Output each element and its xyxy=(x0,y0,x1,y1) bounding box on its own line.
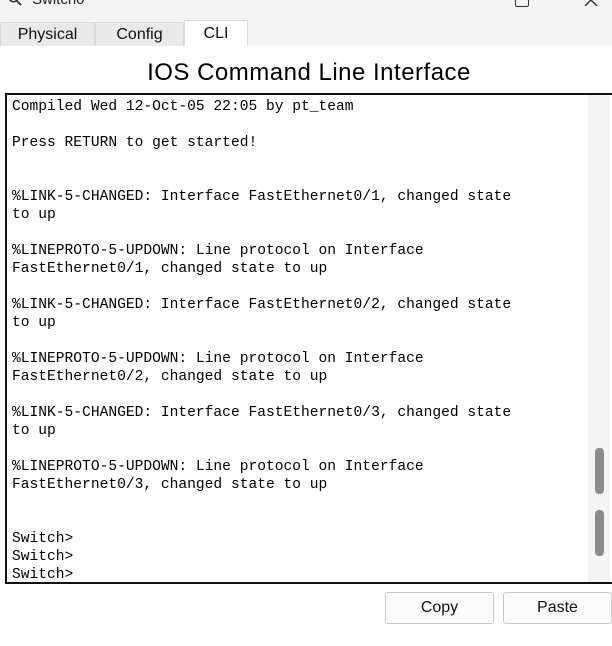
copy-button[interactable]: Copy xyxy=(385,592,494,624)
scrollbar[interactable] xyxy=(588,95,610,582)
title-bar: Switch0 xyxy=(0,0,612,20)
terminal-output[interactable]: Compiled Wed 12-Oct-05 22:05 by pt_team P… xyxy=(12,98,512,583)
scrollbar-thumb[interactable] xyxy=(595,448,604,494)
terminal-line: %LINK-5-CHANGED: Interface FastEthernet0… xyxy=(12,405,512,421)
terminal-line: Switch> xyxy=(12,549,74,565)
terminal-line: Press RETURN to get started! xyxy=(12,135,258,151)
terminal-line: to up xyxy=(12,423,56,439)
terminal-line: FastEthernet0/1, changed state to up xyxy=(12,261,328,277)
terminal-line: %LINEPROTO-5-UPDOWN: Line protocol on In… xyxy=(12,459,424,475)
tab-cli[interactable]: CLI xyxy=(184,20,248,46)
terminal-line: FastEthernet0/3, changed state to up xyxy=(12,477,328,493)
cli-panel: IOS Command Line Interface Compiled Wed … xyxy=(0,46,612,646)
terminal-line: %LINK-5-CHANGED: Interface FastEthernet0… xyxy=(12,297,512,313)
page-title: IOS Command Line Interface xyxy=(147,59,471,86)
cli-terminal[interactable]: Compiled Wed 12-Oct-05 22:05 by pt_team P… xyxy=(5,93,612,584)
scrollbar-thumb[interactable] xyxy=(595,510,604,556)
terminal-line: Compiled Wed 12-Oct-05 22:05 by pt_team xyxy=(12,99,354,115)
terminal-line: Switch> xyxy=(12,531,74,547)
terminal-line: to up xyxy=(12,207,56,223)
terminal-line: %LINEPROTO-5-UPDOWN: Line protocol on In… xyxy=(12,351,424,367)
terminal-line: to up xyxy=(12,315,56,331)
terminal-line: FastEthernet0/2, changed state to up xyxy=(12,369,328,385)
tab-bar: Physical Config CLI xyxy=(0,20,612,46)
maximize-icon[interactable] xyxy=(515,0,529,7)
tab-physical[interactable]: Physical xyxy=(0,22,95,46)
terminal-line: %LINEPROTO-5-UPDOWN: Line protocol on In… xyxy=(12,243,424,259)
search-icon xyxy=(9,0,22,6)
paste-button[interactable]: Paste xyxy=(503,592,612,624)
tab-config[interactable]: Config xyxy=(95,22,184,46)
window-title: Switch0 xyxy=(32,0,85,8)
terminal-line: Switch> xyxy=(12,567,74,583)
terminal-line: %LINK-5-CHANGED: Interface FastEthernet0… xyxy=(12,189,512,205)
close-icon[interactable] xyxy=(584,0,598,6)
